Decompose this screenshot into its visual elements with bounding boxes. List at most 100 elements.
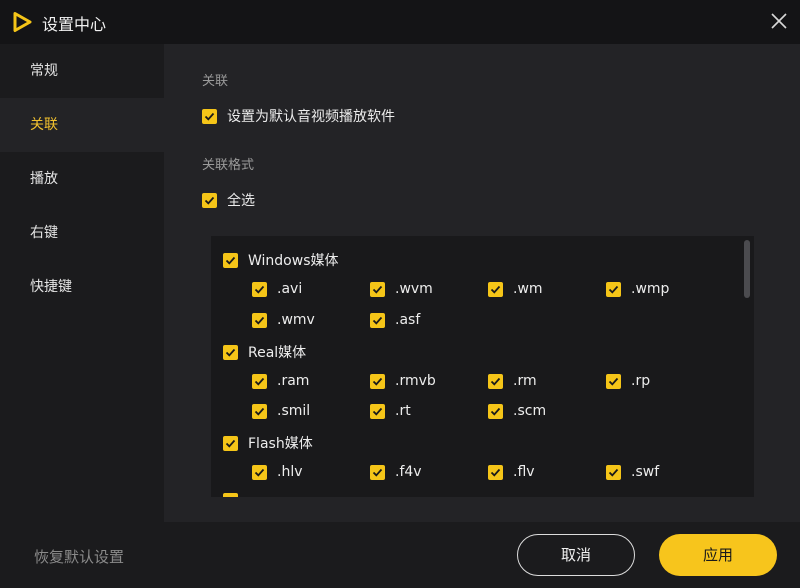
group-checkbox[interactable] xyxy=(223,344,238,360)
format-checkbox[interactable] xyxy=(252,281,267,297)
check-icon xyxy=(608,285,619,294)
format-item[interactable]: .rm xyxy=(488,373,537,389)
format-label: .swf xyxy=(631,464,660,480)
check-icon xyxy=(490,377,501,386)
footer-bar: 恢复默认设置 取消 应用 xyxy=(0,522,800,588)
check-icon xyxy=(372,468,383,477)
format-item[interactable]: .flv xyxy=(488,464,535,480)
format-checkbox[interactable] xyxy=(606,373,621,389)
group-real[interactable]: Real媒体 xyxy=(223,342,306,362)
format-label: .rm xyxy=(513,373,537,389)
format-item[interactable]: .rmvb xyxy=(370,373,436,389)
check-icon xyxy=(225,439,236,448)
check-icon xyxy=(254,377,265,386)
group-label: Windows媒体 xyxy=(248,253,339,269)
format-label: .rp xyxy=(631,373,651,389)
check-icon xyxy=(372,285,383,294)
close-icon[interactable] xyxy=(768,10,790,32)
format-checkbox[interactable] xyxy=(370,403,385,419)
format-label: .asf xyxy=(395,312,421,328)
apply-button[interactable]: 应用 xyxy=(659,534,777,576)
group-checkbox[interactable] xyxy=(223,435,238,451)
check-icon xyxy=(254,468,265,477)
default-player-option[interactable]: 设置为默认音视频播放软件 xyxy=(202,106,395,126)
format-checkbox[interactable] xyxy=(370,464,385,480)
check-icon xyxy=(254,407,265,416)
format-item[interactable]: .rt xyxy=(370,403,411,419)
format-label: .wm xyxy=(513,281,543,297)
format-item[interactable]: .wm xyxy=(488,281,543,297)
group-checkbox[interactable] xyxy=(223,493,238,497)
format-label: .wvm xyxy=(395,281,433,297)
format-item[interactable]: .smil xyxy=(252,403,310,419)
format-label: .rmvb xyxy=(395,373,436,389)
format-item[interactable]: .scm xyxy=(488,403,546,419)
format-item[interactable]: .avi xyxy=(252,281,302,297)
group-windows[interactable]: Windows媒体 xyxy=(223,250,339,270)
format-list-panel[interactable]: Windows媒体 .avi .wvm .wm .wmp .wmv .asf R… xyxy=(211,236,754,497)
app-logo-icon xyxy=(13,12,32,32)
format-label: .scm xyxy=(513,403,547,419)
format-item[interactable]: .swf xyxy=(606,464,659,480)
format-label: .hlv xyxy=(277,464,303,480)
window-title: 设置中心 xyxy=(42,15,107,34)
format-checkbox[interactable] xyxy=(252,403,267,419)
select-all-checkbox[interactable] xyxy=(202,192,217,208)
format-checkbox[interactable] xyxy=(370,373,385,389)
sidebar: 常规 关联 播放 右键 快捷键 xyxy=(0,44,164,522)
format-item[interactable]: .asf xyxy=(370,312,420,328)
format-checkbox[interactable] xyxy=(252,464,267,480)
format-checkbox[interactable] xyxy=(370,281,385,297)
restore-defaults-link[interactable]: 恢复默认设置 xyxy=(34,546,124,567)
group-flash[interactable]: Flash媒体 xyxy=(223,433,313,453)
format-checkbox[interactable] xyxy=(488,373,503,389)
check-icon xyxy=(372,407,383,416)
check-icon xyxy=(225,348,236,357)
section-formats-label: 关联格式 xyxy=(202,158,255,173)
default-player-checkbox[interactable] xyxy=(202,108,217,124)
group-label: Flash媒体 xyxy=(248,436,313,452)
sidebar-item-right-click[interactable]: 右键 xyxy=(0,206,164,260)
format-label: .smil xyxy=(277,403,311,419)
format-checkbox[interactable] xyxy=(488,403,503,419)
format-checkbox[interactable] xyxy=(252,373,267,389)
check-icon xyxy=(372,377,383,386)
sidebar-item-shortcuts[interactable]: 快捷键 xyxy=(0,260,164,314)
section-association-label: 关联 xyxy=(202,74,229,89)
format-checkbox[interactable] xyxy=(606,281,621,297)
format-checkbox[interactable] xyxy=(488,464,503,480)
format-checkbox[interactable] xyxy=(606,464,621,480)
check-icon xyxy=(608,377,619,386)
format-item[interactable]: .wvm xyxy=(370,281,433,297)
settings-content: 关联 设置为默认音视频播放软件 关联格式 全选 Windows媒体 .avi .… xyxy=(164,44,800,522)
format-checkbox[interactable] xyxy=(252,312,267,328)
check-icon xyxy=(225,256,236,265)
check-icon xyxy=(372,316,383,325)
format-item[interactable]: .f4v xyxy=(370,464,422,480)
check-icon xyxy=(490,407,501,416)
default-player-label: 设置为默认音视频播放软件 xyxy=(227,109,395,125)
group-checkbox[interactable] xyxy=(223,252,238,268)
check-icon xyxy=(204,196,215,205)
select-all-option[interactable]: 全选 xyxy=(202,190,255,210)
sidebar-item-playback[interactable]: 播放 xyxy=(0,152,164,206)
format-item[interactable]: .wmv xyxy=(252,312,315,328)
format-item[interactable]: .ram xyxy=(252,373,309,389)
sidebar-item-general[interactable]: 常规 xyxy=(0,44,164,98)
format-label: .rt xyxy=(395,403,411,419)
check-icon xyxy=(490,285,501,294)
format-label: .f4v xyxy=(395,464,422,480)
format-label: .ram xyxy=(277,373,310,389)
format-checkbox[interactable] xyxy=(488,281,503,297)
format-checkbox[interactable] xyxy=(370,312,385,328)
check-icon xyxy=(490,468,501,477)
cancel-button[interactable]: 取消 xyxy=(517,534,635,576)
format-label: .wmp xyxy=(631,281,670,297)
scrollbar-thumb[interactable] xyxy=(744,240,750,298)
format-item[interactable]: .wmp xyxy=(606,281,669,297)
group-next-partial[interactable] xyxy=(223,493,248,497)
sidebar-item-association[interactable]: 关联 xyxy=(0,98,164,152)
format-item[interactable]: .hlv xyxy=(252,464,303,480)
format-item[interactable]: .rp xyxy=(606,373,650,389)
select-all-label: 全选 xyxy=(227,193,255,209)
